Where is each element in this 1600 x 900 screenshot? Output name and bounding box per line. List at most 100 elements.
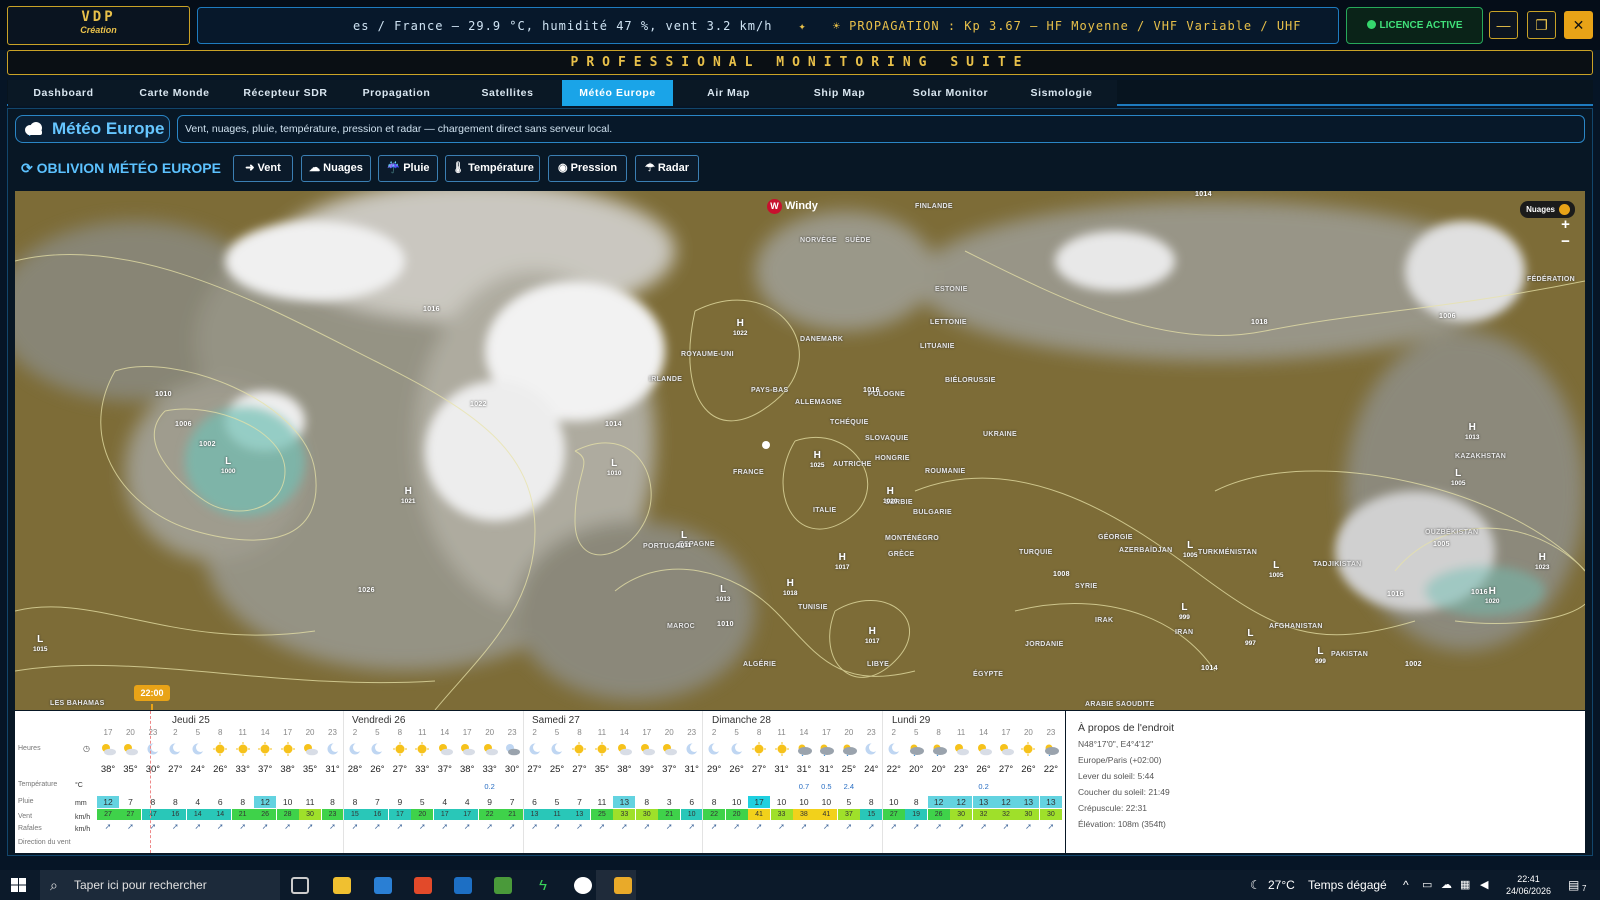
forecast-wind: 8 <box>860 796 883 808</box>
chevron-up-icon[interactable]: ^ <box>1403 870 1409 900</box>
map-label: LES BAHAMAS <box>50 700 105 707</box>
tray-time: 22:41 <box>1517 874 1540 884</box>
wind-direction-icon: ➚ <box>486 822 493 831</box>
tab-satellites[interactable]: Satellites <box>452 80 563 106</box>
layer-pluie-button[interactable]: ☔ Pluie <box>378 155 438 182</box>
zoom-in-button[interactable]: + <box>1558 217 1573 233</box>
app-icon[interactable] <box>494 877 512 894</box>
day-divider <box>881 711 883 853</box>
forecast-gust: 10 <box>680 809 703 820</box>
bolt-icon[interactable]: ϟ <box>534 877 552 894</box>
tray-weather-temp[interactable]: 27°C <box>1268 870 1295 900</box>
brave-icon[interactable] <box>414 877 432 894</box>
minimize-button[interactable]: — <box>1489 11 1518 39</box>
unit-rain: mm <box>75 800 87 807</box>
wind-direction-icon: ➚ <box>620 822 628 831</box>
wind-direction-icon: ➚ <box>239 822 247 831</box>
tab-propagation[interactable]: Propagation <box>341 80 452 106</box>
tab-solar-monitor[interactable]: Solar Monitor <box>895 80 1006 106</box>
wind-direction-icon: ➚ <box>553 822 561 831</box>
taskbar-search[interactable]: ⌕ Taper ici pour rechercher <box>40 870 280 900</box>
forecast-wind: 12 <box>995 796 1017 808</box>
map-label: LITUANIE <box>920 343 955 350</box>
forecast-wind: 8 <box>231 796 254 808</box>
notification-icon[interactable]: ▤ <box>1568 870 1579 900</box>
wind-direction-icon: ➚ <box>1025 822 1032 831</box>
title-bar: VDP Création es / France — 29.9 °C, humi… <box>0 0 1600 50</box>
tab-meteo-europe[interactable]: Météo Europe <box>562 80 673 106</box>
wind-direction-icon: ➚ <box>418 822 426 831</box>
layer-temperature-button[interactable]: 🌡 Température <box>445 155 540 182</box>
map-canvas[interactable] <box>15 191 1585 710</box>
wind-direction-icon: ➚ <box>867 822 875 831</box>
layer-vent-button[interactable]: ➜ Vent <box>233 155 293 182</box>
sun-icon <box>773 742 795 758</box>
cloud-sync-icon[interactable]: ☁ <box>1441 870 1452 900</box>
restore-button[interactable]: ❐ <box>1527 11 1556 39</box>
layer-pression-button[interactable]: ◉ Pression <box>548 155 627 182</box>
tab-carte-monde[interactable]: Carte Monde <box>119 80 230 106</box>
volume-icon[interactable]: ◀ <box>1480 870 1488 900</box>
outlook-icon[interactable] <box>454 877 472 894</box>
forecast-rain: 0.7 <box>798 782 810 791</box>
weather-map[interactable]: W Windy Nuages + − FINLANDE NORVÈGE SUÈDE… <box>15 191 1585 710</box>
forecast-temp: 35° <box>302 764 318 775</box>
moon-icon <box>548 742 570 758</box>
forecast-temp: 22° <box>886 764 901 775</box>
forecast-gust: 14 <box>209 809 232 820</box>
row-label-hours: Heures <box>18 745 41 752</box>
main-tabs: Dashboard Carte Monde Récepteur SDR Prop… <box>7 80 1593 106</box>
isobar-label: 1022 <box>470 401 487 408</box>
forecast-table: Jeudi 25 Vendredi 26 Samedi 27 Dimanche … <box>15 711 1065 853</box>
forecast-temp: 37° <box>437 764 452 775</box>
forecast-hour: 23 <box>866 728 876 737</box>
file-explorer-icon[interactable] <box>333 877 351 894</box>
partly-cloudy-icon <box>817 742 839 758</box>
isobar-label: 1014 <box>1195 191 1212 198</box>
forecast-wind: 17 <box>748 796 771 808</box>
windows-start-icon[interactable] <box>11 878 26 892</box>
display-icon[interactable]: ▭ <box>1422 870 1432 900</box>
tray-weather-text[interactable]: Temps dégagé <box>1308 870 1387 900</box>
wind-direction-icon: ➚ <box>149 822 157 831</box>
network-icon[interactable]: ▦ <box>1460 870 1470 900</box>
tab-dashboard[interactable]: Dashboard <box>8 80 119 106</box>
windy-logo-icon: W <box>767 199 782 214</box>
forecast-wind: 10 <box>276 796 299 808</box>
wind-direction-icon: ➚ <box>351 822 359 831</box>
forecast-wind: 8 <box>141 796 164 808</box>
forecast-temp: 27° <box>572 764 587 775</box>
close-button[interactable]: ✕ <box>1564 11 1593 39</box>
zoom-out-button[interactable]: − <box>1558 234 1573 250</box>
map-label: IRAN <box>1175 629 1194 636</box>
forecast-gust: 27 <box>119 809 142 820</box>
wind-direction-icon: ➚ <box>890 822 898 831</box>
wind-direction-icon: ➚ <box>755 822 763 831</box>
tab-air-map[interactable]: Air Map <box>673 80 784 106</box>
forecast-gust: 11 <box>546 809 568 820</box>
tab-recepteur-sdr[interactable]: Récepteur SDR <box>230 80 341 106</box>
location-marker[interactable] <box>762 441 770 449</box>
now-marker <box>149 711 151 853</box>
row-label-gusts: Rafales <box>18 825 42 832</box>
sun-icon <box>593 742 615 758</box>
forecast-wind: 8 <box>635 796 658 808</box>
forecast-hour: 17 <box>103 728 113 737</box>
forecast-temp: 28° <box>347 764 363 775</box>
forecast-wind: 11 <box>299 796 322 808</box>
layer-radar-button[interactable]: ☂ Radar <box>635 155 699 182</box>
tab-sismologie[interactable]: Sismologie <box>1006 80 1117 106</box>
wind-direction-icon: ➚ <box>216 822 224 831</box>
tray-clock[interactable]: 22:41 24/06/2026 <box>1506 873 1551 897</box>
sun-icon <box>413 742 435 758</box>
layer-nuages-button[interactable]: ☁ Nuages <box>301 155 371 182</box>
chatgpt-icon[interactable] <box>574 877 592 894</box>
map-label: ALLEMAGNE <box>795 399 843 406</box>
task-view-icon[interactable] <box>291 877 309 894</box>
timeline-marker[interactable]: 22:00 <box>134 685 170 701</box>
location-sunrise: Lever du soleil: 5:44 <box>1078 771 1155 781</box>
store-icon[interactable] <box>374 877 392 894</box>
partly-cloudy-icon <box>1042 742 1064 758</box>
forecast-gust: 19 <box>905 809 928 820</box>
tab-ship-map[interactable]: Ship Map <box>784 80 895 106</box>
